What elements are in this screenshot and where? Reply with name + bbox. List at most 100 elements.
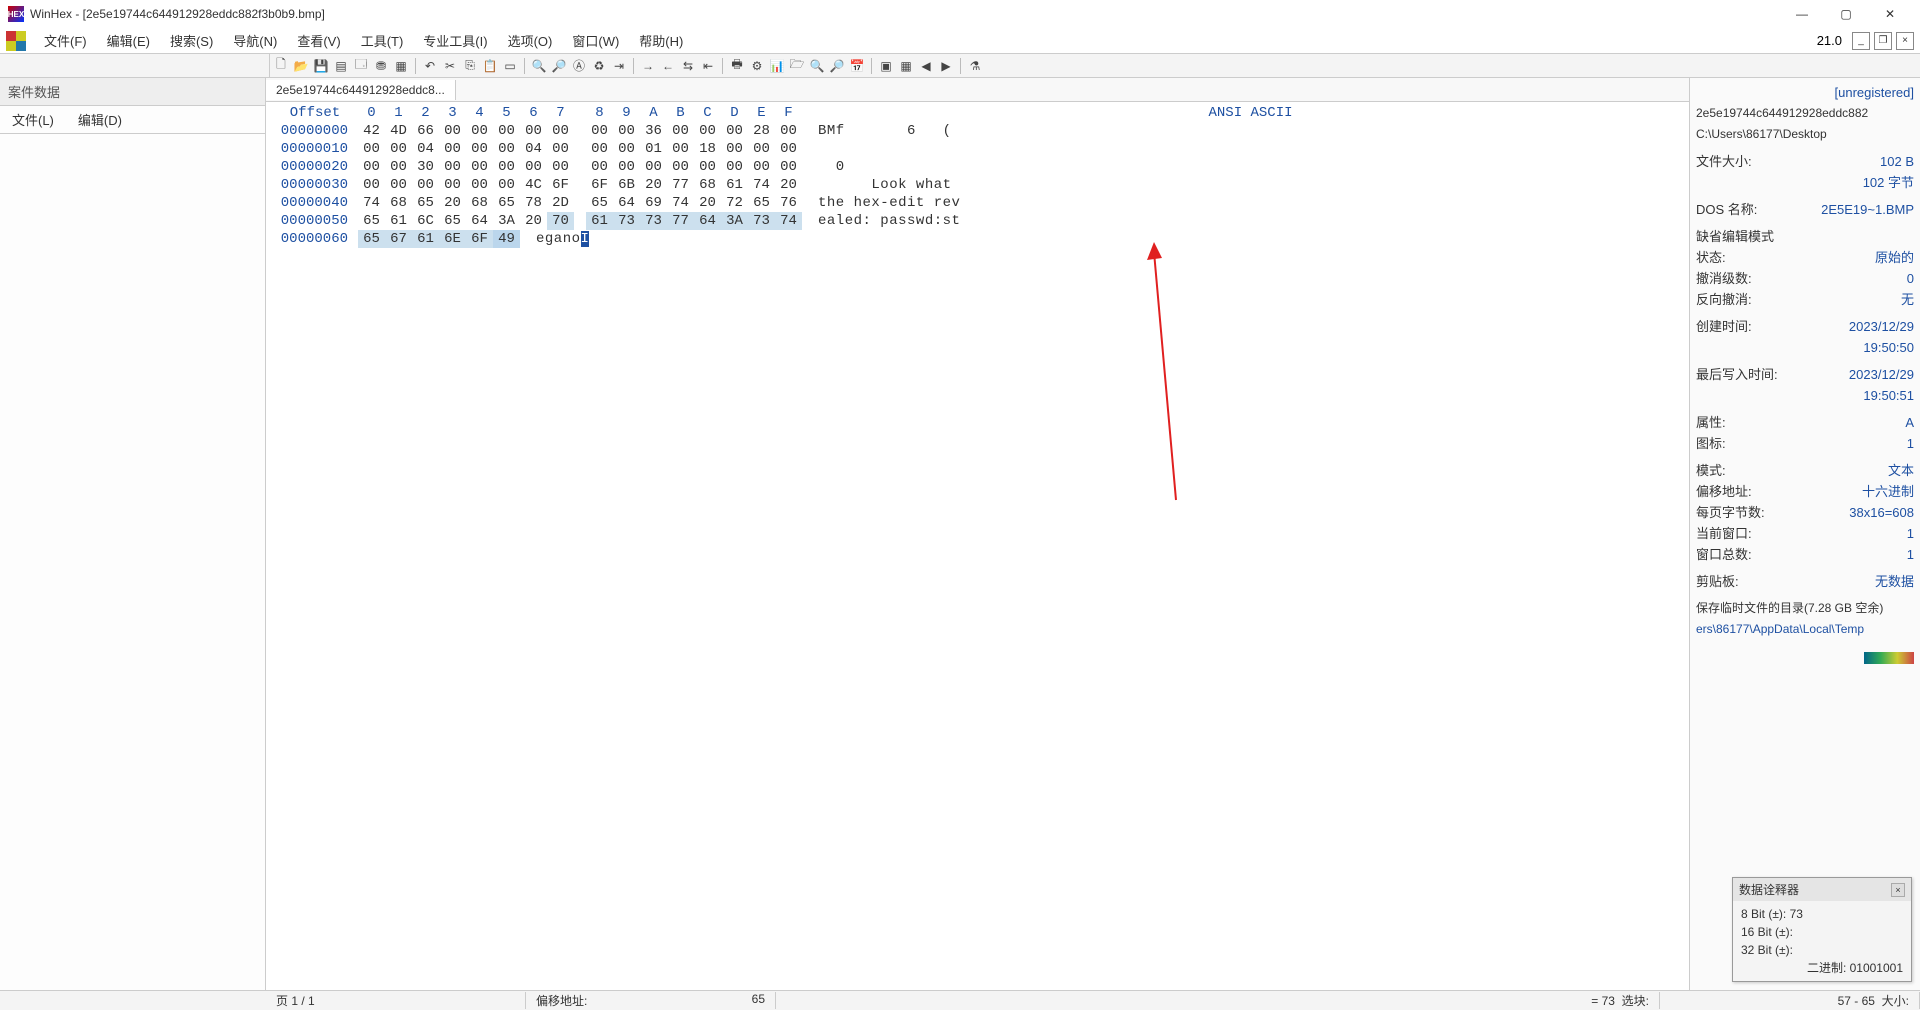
interp-binary: 二进制: 01001001: [1741, 959, 1903, 977]
go-end-icon[interactable]: ⇤: [699, 57, 717, 75]
go-start-icon[interactable]: →: [639, 57, 657, 75]
filesize-value: 102 B: [1880, 151, 1914, 172]
create-time-label: 创建时间:: [1696, 316, 1752, 337]
menu-edit[interactable]: 编辑(E): [97, 28, 160, 53]
menu-pro-tools[interactable]: 专业工具(I): [413, 28, 497, 53]
properties-icon[interactable]: 🗔: [352, 57, 370, 75]
next-icon[interactable]: ▶: [937, 57, 955, 75]
goto-icon[interactable]: ⇥: [610, 57, 628, 75]
analyze-icon[interactable]: 📊: [768, 57, 786, 75]
save-icon[interactable]: 💾: [312, 57, 330, 75]
file-name: 2e5e19744c644912928eddc882: [1696, 103, 1914, 124]
menu-tools[interactable]: 工具(T): [351, 28, 414, 53]
create-time-value: 19:50:50: [1863, 337, 1914, 358]
zoom-out-icon[interactable]: 🔎: [828, 57, 846, 75]
status-bar: 页 1 / 1 偏移地址: 65 = 73 选块: 57 - 65 大小:: [0, 990, 1920, 1010]
menu-view[interactable]: 查看(V): [287, 28, 350, 53]
hex-editor: 2e5e19744c644912928eddc8... Offset012345…: [266, 78, 1690, 990]
mdi-minimize-button[interactable]: _: [1852, 32, 1870, 50]
delete-icon[interactable]: ▭: [501, 57, 519, 75]
find-icon[interactable]: 🔍: [530, 57, 548, 75]
attr-label: 属性:: [1696, 412, 1726, 433]
find-text-icon[interactable]: Ⓐ: [570, 57, 588, 75]
unregistered-label: [unregistered]: [1696, 82, 1914, 103]
mode-value: 文本: [1888, 460, 1914, 481]
reverse-undo-label: 反向撤消:: [1696, 289, 1752, 310]
open-icon[interactable]: 📂: [292, 57, 310, 75]
save-all-icon[interactable]: ▤: [332, 57, 350, 75]
close-button[interactable]: ✕: [1868, 0, 1912, 28]
print-icon[interactable]: 🖶: [728, 57, 746, 75]
dos-name-value: 2E5E19~1.BMP: [1821, 199, 1914, 220]
modify-date-value: 2023/12/29: [1849, 364, 1914, 385]
find-hex-icon[interactable]: 🔎: [550, 57, 568, 75]
clipboard-label: 剪贴板:: [1696, 571, 1739, 592]
data-interpreter-panel[interactable]: 数据诠释器 × 8 Bit (±): 73 16 Bit (±): 32 Bit…: [1732, 877, 1912, 982]
hex-row[interactable]: 0000005065616C65643A207061737377643A7374…: [272, 212, 1683, 230]
disk-icon[interactable]: ⛃: [372, 57, 390, 75]
version-label: 21.0: [1817, 33, 1848, 48]
sync-icon[interactable]: ▦: [897, 57, 915, 75]
compare-icon[interactable]: ▣: [877, 57, 895, 75]
case-menu-file[interactable]: 文件(L): [0, 106, 66, 133]
create-date-value: 2023/12/29: [1849, 316, 1914, 337]
interp-32bit: 32 Bit (±):: [1741, 941, 1903, 959]
menu-nav[interactable]: 导航(N): [223, 28, 287, 53]
menu-window[interactable]: 窗口(W): [562, 28, 629, 53]
icon-label: 图标:: [1696, 433, 1726, 454]
go-back-icon[interactable]: ←: [659, 57, 677, 75]
menu-file[interactable]: 文件(F): [34, 28, 97, 53]
info-panel: [unregistered] 2e5e19744c644912928eddc88…: [1690, 78, 1920, 990]
replace-icon[interactable]: ♻: [590, 57, 608, 75]
menu-help[interactable]: 帮助(H): [629, 28, 693, 53]
hex-row[interactable]: 0000001000000400000004000000010018000000: [272, 140, 1683, 158]
ram-icon[interactable]: ▦: [392, 57, 410, 75]
cut-icon[interactable]: ✂: [441, 57, 459, 75]
new-icon[interactable]: 🗋: [272, 57, 290, 75]
clipboard-value: 无数据: [1875, 571, 1914, 592]
minimize-button[interactable]: —: [1780, 0, 1824, 28]
bytes-per-page-value: 38x16=608: [1849, 502, 1914, 523]
title-bar: HEX WinHex - [2e5e19744c644912928eddc882…: [0, 0, 1920, 28]
offset-mode-label: 偏移地址:: [1696, 481, 1752, 502]
go-offset-icon[interactable]: ⇆: [679, 57, 697, 75]
maximize-button[interactable]: ▢: [1824, 0, 1868, 28]
calc-icon[interactable]: ⚙: [748, 57, 766, 75]
mdi-restore-button[interactable]: ❐: [1874, 32, 1892, 50]
window-count-label: 窗口总数:: [1696, 544, 1752, 565]
icon-value: 1: [1907, 433, 1914, 454]
reverse-undo-value: 无: [1901, 289, 1914, 310]
folder-icon[interactable]: 🗁: [788, 57, 806, 75]
app-logo-icon: HEX: [8, 6, 24, 22]
copy-icon[interactable]: ⎘: [461, 57, 479, 75]
menu-search[interactable]: 搜索(S): [160, 28, 223, 53]
status-page: 页 1 / 1: [266, 992, 526, 1009]
case-menu-edit[interactable]: 编辑(D): [66, 106, 134, 133]
document-tab[interactable]: 2e5e19744c644912928eddc8...: [266, 80, 456, 100]
data-interpreter-title: 数据诠释器: [1739, 881, 1799, 898]
undo-level-label: 撤消级数:: [1696, 268, 1752, 289]
hex-row[interactable]: 000000606567616E6F49eganoI: [272, 230, 1683, 248]
prev-icon[interactable]: ◀: [917, 57, 935, 75]
status-value: = 73: [1591, 994, 1615, 1008]
calendar-icon[interactable]: 📅: [848, 57, 866, 75]
temp-dir-label: 保存临时文件的目录(7.28 GB 空余): [1696, 598, 1914, 619]
attr-value: A: [1905, 412, 1914, 433]
hex-row[interactable]: 0000002000003000000000000000000000000000…: [272, 158, 1683, 176]
window-count-value: 1: [1907, 544, 1914, 565]
hex-row[interactable]: 00000000424D6600000000000000360000002800…: [272, 122, 1683, 140]
hex-row[interactable]: 00000040746865206865782D6564697420726576…: [272, 194, 1683, 212]
paste-icon[interactable]: 📋: [481, 57, 499, 75]
mdi-close-button[interactable]: ×: [1896, 32, 1914, 50]
interp-8bit: 8 Bit (±): 73: [1741, 905, 1903, 923]
offset-mode-value: 十六进制: [1862, 481, 1914, 502]
hex-grid[interactable]: Offset0123456789ABCDEFANSI ASCII 0000000…: [266, 102, 1689, 250]
zoom-in-icon[interactable]: 🔍: [808, 57, 826, 75]
options-icon[interactable]: ⚗: [966, 57, 984, 75]
menu-options[interactable]: 选项(O): [498, 28, 563, 53]
app-icon: [6, 31, 26, 51]
hex-row[interactable]: 000000300000000000004C6F6F6B207768617420…: [272, 176, 1683, 194]
undo-icon[interactable]: ↶: [421, 57, 439, 75]
dos-name-label: DOS 名称:: [1696, 199, 1757, 220]
interpreter-close-button[interactable]: ×: [1891, 883, 1905, 897]
